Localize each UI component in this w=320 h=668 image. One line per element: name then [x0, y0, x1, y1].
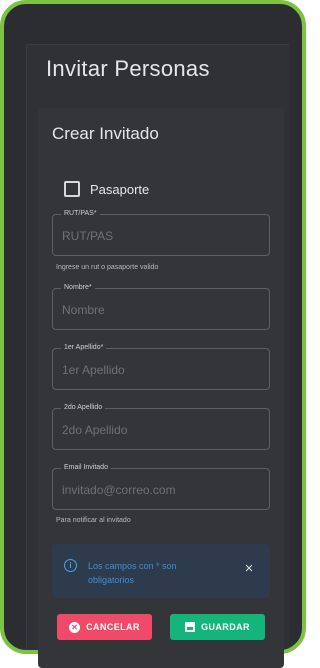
rut-pas-helper: Ingrese un rut o pasaporte valido	[56, 264, 159, 271]
email-label: Email Invitado	[61, 463, 111, 473]
passport-checkbox-label: Pasaporte	[90, 181, 150, 197]
info-icon: i	[64, 559, 77, 572]
cancel-button[interactable]: ✕ CANCELAR	[57, 614, 152, 640]
card-title: Crear Invitado	[52, 124, 159, 143]
segundo-apellido-label: 2do Apellido	[61, 403, 106, 413]
save-icon	[185, 622, 196, 632]
rut-pas-label: RUT/PAS*	[61, 209, 100, 219]
save-button-label: GUARDAR	[201, 622, 250, 632]
passport-checkbox[interactable]	[64, 181, 80, 197]
cancel-circle-icon: ✕	[69, 621, 81, 633]
rut-pas-field[interactable]: RUT/PAS* RUT/PAS	[52, 209, 270, 256]
primer-apellido-label: 1er Apellido*	[61, 343, 107, 353]
page-title: Invitar Personas	[46, 56, 210, 81]
passport-checkbox-row[interactable]: Pasaporte	[64, 180, 149, 198]
save-button[interactable]: GUARDAR	[170, 614, 265, 640]
alert-message: Los campos con * son obligatorios	[88, 561, 177, 585]
close-icon[interactable]: ×	[242, 561, 256, 576]
segundo-apellido-field[interactable]: 2do Apellido 2do Apellido	[52, 403, 270, 450]
rut-pas-placeholder: RUT/PAS	[62, 229, 114, 243]
cancel-button-label: CANCELAR	[86, 622, 140, 632]
primer-apellido-field[interactable]: 1er Apellido* 1er Apellido	[52, 343, 270, 390]
nombre-label: Nombre*	[61, 283, 95, 293]
email-helper: Para notificar al invitado	[56, 517, 131, 524]
nombre-field[interactable]: Nombre* Nombre	[52, 283, 270, 330]
nombre-placeholder: Nombre	[62, 303, 105, 317]
required-fields-alert: i Los campos con * son obligatorios ×	[52, 544, 270, 598]
email-placeholder: invitado@correo.com	[62, 483, 176, 497]
segundo-apellido-placeholder: 2do Apellido	[62, 423, 128, 437]
primer-apellido-placeholder: 1er Apellido	[62, 363, 125, 377]
email-field[interactable]: Email Invitado invitado@correo.com	[52, 463, 270, 510]
